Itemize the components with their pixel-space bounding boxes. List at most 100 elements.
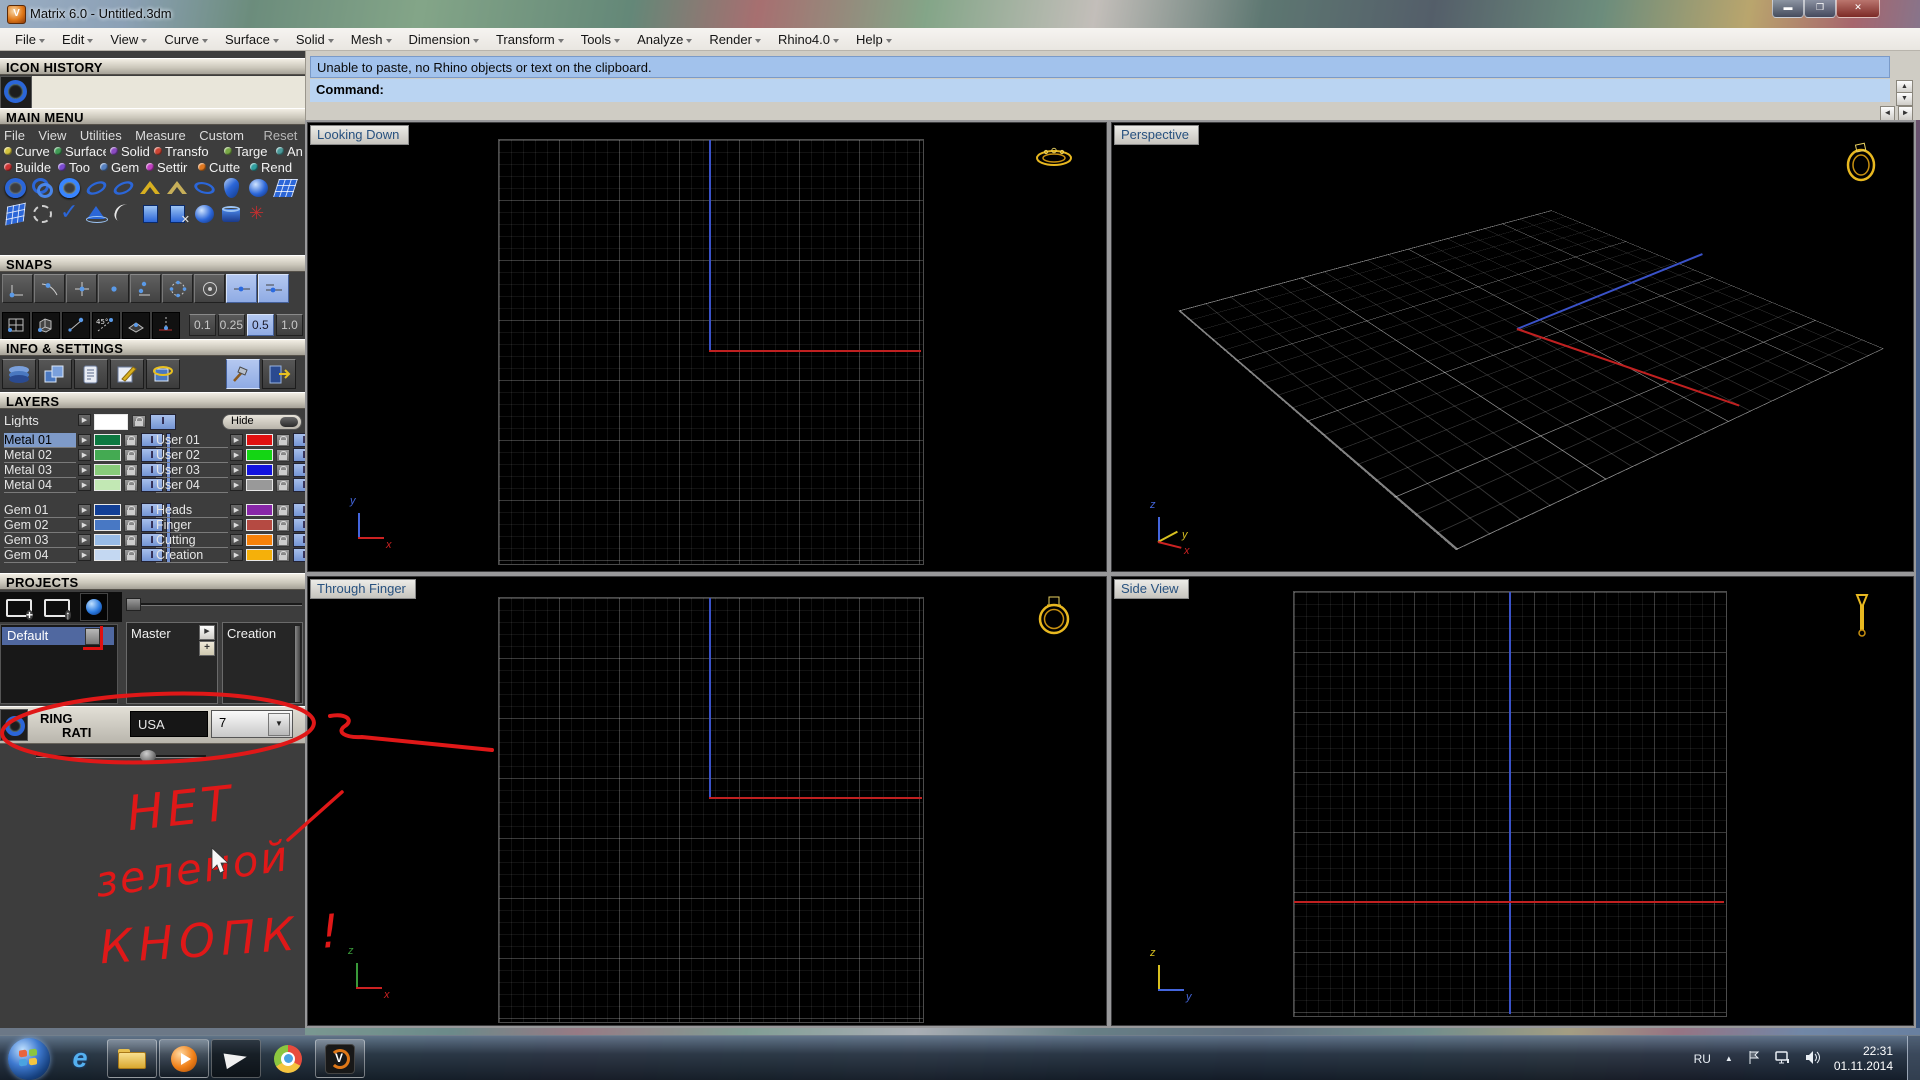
layer-color-swatch[interactable] <box>246 549 273 561</box>
layer-color-swatch[interactable] <box>94 464 121 476</box>
snap-int-icon[interactable] <box>162 274 193 303</box>
history-scroll-icon[interactable] <box>74 359 108 389</box>
snap-value-0.25[interactable]: 0.25 <box>217 314 245 336</box>
icon-history-slot[interactable] <box>0 76 32 109</box>
action-center-flag-icon[interactable] <box>1747 1050 1761 1068</box>
menu-solid[interactable]: Solid <box>291 30 339 49</box>
layer-name[interactable]: Gem 02 <box>4 518 76 533</box>
tab-file[interactable]: File <box>4 128 25 143</box>
snap-center-icon[interactable] <box>130 274 161 303</box>
snap-value-1.0[interactable]: 1.0 <box>275 314 303 336</box>
ring-standard-field[interactable]: USA <box>130 711 208 737</box>
layer-visibility-toggle[interactable]: I <box>150 414 176 430</box>
layer-color-swatch[interactable] <box>94 434 121 446</box>
layer-expand-icon[interactable]: ▶ <box>230 449 243 461</box>
layer-expand-icon[interactable]: ▶ <box>78 479 91 491</box>
ring-tool-slot[interactable] <box>0 709 28 741</box>
layer-expand-icon[interactable]: ▶ <box>78 414 91 426</box>
axis-snap-icon[interactable] <box>151 311 180 339</box>
curve-tool-icon[interactable] <box>111 202 136 226</box>
category-render[interactable]: Rend <box>246 159 296 175</box>
multi-ring-tool-icon[interactable] <box>30 176 55 200</box>
layer-lock-icon[interactable] <box>124 504 138 517</box>
snap-point-icon[interactable] <box>66 274 97 303</box>
snap-value-0.5[interactable]: 0.5 <box>246 314 274 336</box>
layer-expand-icon[interactable]: ▶ <box>78 549 91 561</box>
layer-lock-icon[interactable] <box>124 449 138 462</box>
tab-measure[interactable]: Measure <box>135 128 186 143</box>
taskbar-chrome-button[interactable] <box>263 1039 313 1078</box>
layer-expand-icon[interactable]: ▶ <box>230 464 243 476</box>
band-tool-icon[interactable] <box>84 176 109 200</box>
menu-render[interactable]: Render <box>704 30 766 49</box>
snap-quad-icon[interactable] <box>258 274 289 303</box>
layer-name[interactable]: User 04 <box>156 478 228 493</box>
ring-slider-thumb[interactable] <box>140 750 156 762</box>
layer-name[interactable]: Metal 03 <box>4 463 76 478</box>
layer-lock-icon[interactable] <box>276 434 290 447</box>
layer-lock-icon[interactable] <box>276 449 290 462</box>
viewport-label[interactable]: Perspective <box>1114 125 1199 145</box>
show-desktop-button[interactable] <box>1907 1036 1920 1080</box>
menu-dimension[interactable]: Dimension <box>404 30 484 49</box>
layer-color-swatch[interactable] <box>94 504 121 516</box>
layer-lock-icon[interactable] <box>124 519 138 532</box>
menu-edit[interactable]: Edit <box>57 30 98 49</box>
menu-view[interactable]: View <box>105 30 152 49</box>
layer-color-swatch[interactable] <box>94 519 121 531</box>
layer-visibility-toggle[interactable]: I <box>293 503 305 517</box>
menu-tools[interactable]: Tools <box>576 30 625 49</box>
tab-custom[interactable]: Custom <box>199 128 244 143</box>
materials-icon[interactable] <box>2 359 36 389</box>
layer-color-swatch[interactable] <box>246 434 273 446</box>
layer-lock-icon[interactable] <box>276 534 290 547</box>
layer-color-swatch[interactable] <box>94 414 128 430</box>
layer-lock-icon[interactable] <box>276 464 290 477</box>
menu-curve[interactable]: Curve <box>159 30 213 49</box>
command-spin-down-icon[interactable]: ▼ <box>1896 92 1913 106</box>
taskbar-explorer-button[interactable] <box>107 1039 157 1078</box>
viewport-label[interactable]: Side View <box>1114 579 1189 599</box>
viewport-perspective[interactable]: Perspective z y x <box>1111 122 1914 572</box>
network-icon[interactable] <box>1775 1050 1791 1068</box>
layer-color-swatch[interactable] <box>246 479 273 491</box>
layer-expand-icon[interactable]: ▶ <box>78 449 91 461</box>
ring-size-slider[interactable] <box>36 750 206 762</box>
bold-ring-tool-icon[interactable] <box>57 176 82 200</box>
menu-file[interactable]: File <box>10 30 50 49</box>
notes-edit-icon[interactable] <box>110 359 144 389</box>
gray-triangle-tool-icon[interactable] <box>165 176 190 200</box>
category-transform[interactable]: Transfo <box>150 143 220 159</box>
layer-color-swatch[interactable] <box>246 519 273 531</box>
layer-color-swatch[interactable] <box>94 534 121 546</box>
snap-perp-icon[interactable] <box>194 274 225 303</box>
layer-lock-icon[interactable] <box>124 434 138 447</box>
tray-expand-icon[interactable]: ▲ <box>1725 1054 1733 1063</box>
render-flower-tool-icon[interactable] <box>246 202 271 226</box>
layer-name[interactable]: Finger <box>156 518 228 533</box>
snap-near-icon[interactable] <box>34 274 65 303</box>
load-project-folder-icon[interactable] <box>42 595 72 620</box>
layer-name[interactable]: Metal 04 <box>4 478 76 493</box>
category-solid[interactable]: Solid <box>106 143 150 159</box>
layer-lock-icon[interactable] <box>124 464 138 477</box>
layer-visibility-toggle[interactable]: I <box>293 518 305 532</box>
menu-transform[interactable]: Transform <box>491 30 569 49</box>
layer-lock-icon[interactable] <box>276 479 290 492</box>
layer-expand-icon[interactable]: ▶ <box>78 534 91 546</box>
plane-snap-icon[interactable] <box>121 311 150 339</box>
shield-tool-icon[interactable] <box>219 176 244 200</box>
layer-name[interactable]: Gem 03 <box>4 533 76 548</box>
hide-toggle[interactable]: Hide <box>222 414 302 430</box>
menu-surface[interactable]: Surface <box>220 30 284 49</box>
reset-button[interactable]: Reset <box>263 128 297 143</box>
category-gems[interactable]: Gem <box>96 159 142 175</box>
gold-triangle-tool-icon[interactable] <box>138 176 163 200</box>
layer-name[interactable]: Cutting <box>156 533 228 548</box>
layer-name[interactable]: User 01 <box>156 433 228 448</box>
viewport-side-view[interactable]: Side View z y <box>1111 576 1914 1026</box>
layer-color-swatch[interactable] <box>246 504 273 516</box>
layer-expand-icon[interactable]: ▶ <box>230 479 243 491</box>
category-target[interactable]: Targe <box>220 143 272 159</box>
orb-tool-icon[interactable] <box>246 176 271 200</box>
